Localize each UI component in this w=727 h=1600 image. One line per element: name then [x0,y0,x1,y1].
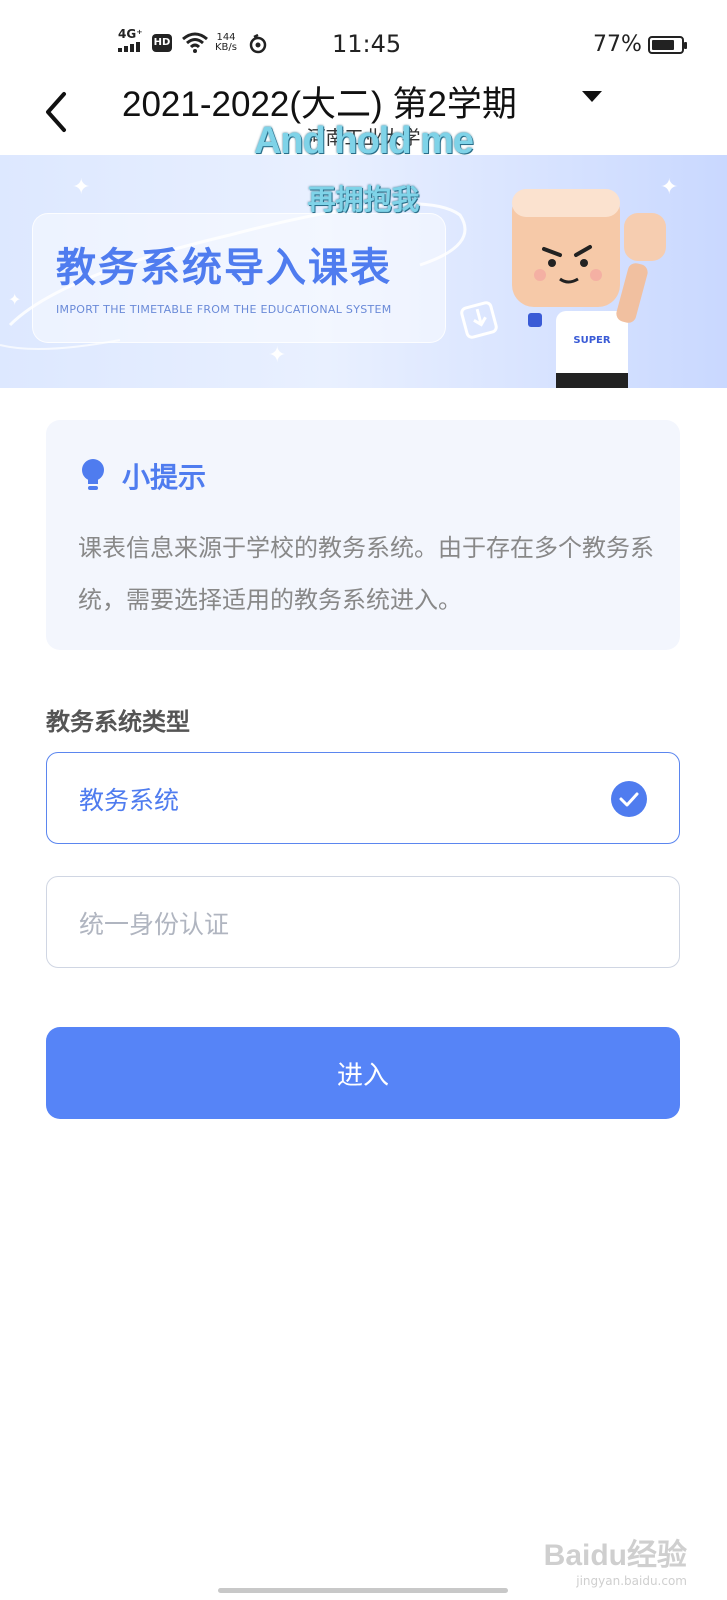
tip-title: 小提示 [122,461,207,494]
enter-button[interactable]: 进入 [46,1027,680,1119]
sync-icon [249,34,267,54]
sparkle-icon: ✦ [268,343,287,368]
dropdown-arrow-icon[interactable] [582,91,602,102]
home-indicator[interactable] [218,1588,508,1593]
battery-icon [648,36,687,54]
banner-subtitle: IMPORT THE TIMETABLE FROM THE EDUCATIONA… [56,303,392,316]
battery-fill [652,40,674,50]
network-type: 4G⁺ [118,27,143,41]
hd-icon: HD [152,34,172,52]
import-icon [460,301,498,339]
check-circle-icon [611,781,647,817]
status-bar: 4G⁺ HD 144 KB/s 11:45 77% [0,0,727,80]
watermark-logo: Baidu经验 [543,1539,687,1572]
watermark: Baidu经验 jingyan.baidu.com [544,1530,687,1588]
watermark-url: jingyan.baidu.com [576,1574,687,1588]
tip-text: 课表信息来源于学校的教务系统。由于存在多个教务系统，需要选择适用的教务系统进入。 [78,534,654,614]
option-label: 统一身份认证 [79,910,230,939]
lightbulb-icon [82,459,104,490]
overlay-caption-english: And hold me [253,120,474,162]
system-type-label: 教务系统类型 [46,708,190,736]
option-label: 教务系统 [79,786,180,815]
network-speed: 144 KB/s [215,33,237,53]
option-unified-auth[interactable]: 统一身份认证 [46,876,680,968]
battery-percent: 77% [593,32,642,57]
sparkle-icon: ✦ [8,290,22,309]
clock: 11:45 [332,30,402,58]
signal-icon [118,42,140,52]
banner-title: 教务系统导入课表 [56,245,392,291]
mascot-shirt-text: SUPER [573,335,610,346]
overlay-caption-chinese: 再拥抱我 [307,183,420,216]
option-academic-system[interactable]: 教务系统 [46,752,680,844]
wifi-icon [182,32,208,53]
speed-unit: KB/s [215,42,237,53]
